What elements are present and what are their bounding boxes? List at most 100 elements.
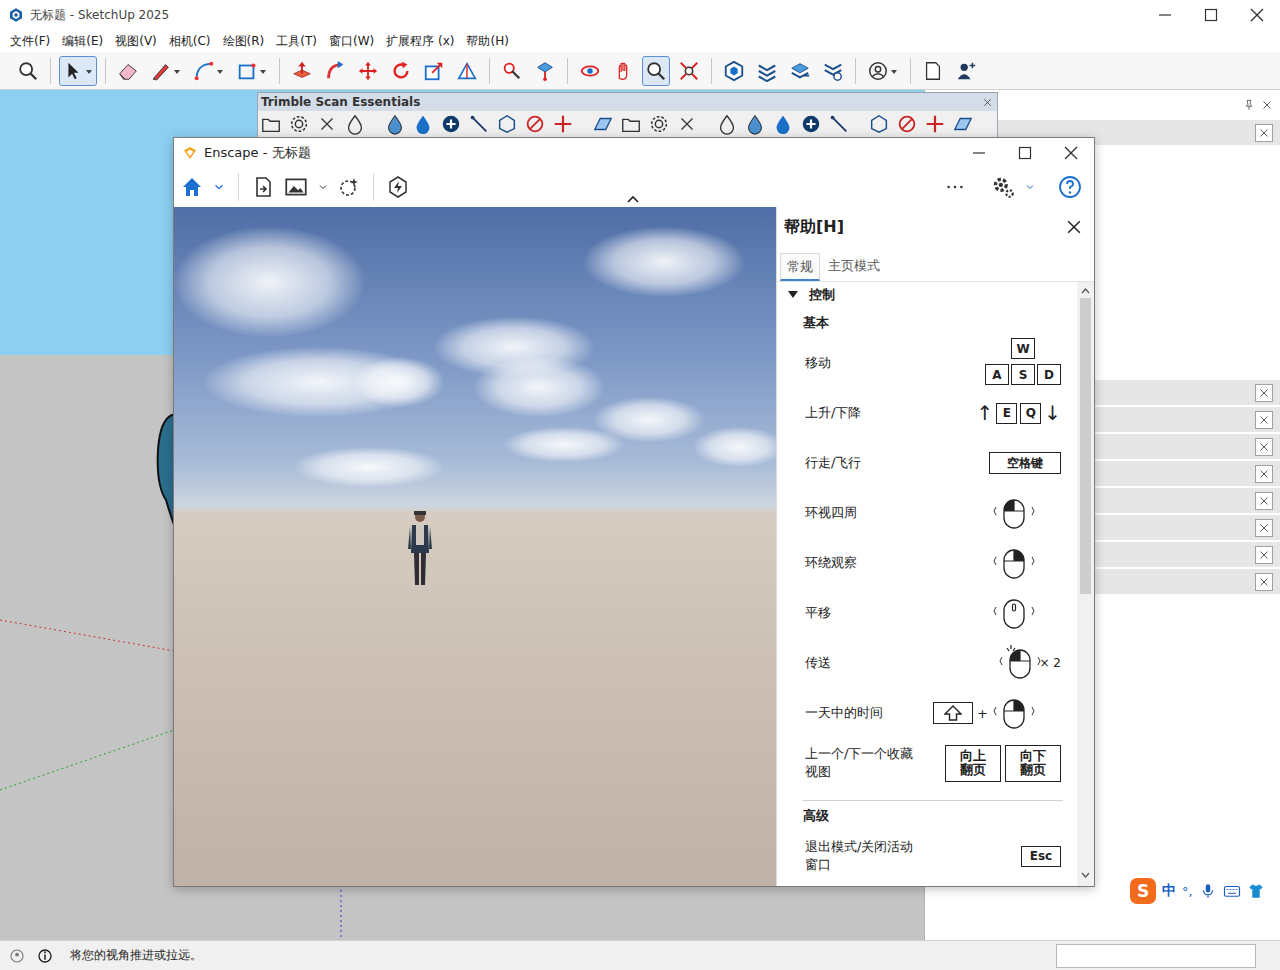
scan-tool-icon[interactable]: [288, 113, 310, 135]
tool-button[interactable]: [387, 56, 415, 86]
maximize-button[interactable]: [1002, 138, 1048, 168]
maximize-icon[interactable]: [1013, 141, 1037, 165]
info-icon[interactable]: [36, 947, 54, 965]
scan-tool-icon[interactable]: [828, 113, 850, 135]
scan-tool-icon[interactable]: [412, 113, 434, 135]
pan-icon[interactable]: [612, 60, 634, 82]
zoom-icon[interactable]: [645, 60, 667, 82]
close-icon[interactable]: [1064, 217, 1084, 237]
dropdown-icon[interactable]: [889, 66, 899, 76]
menu-item[interactable]: 编辑(E): [56, 33, 109, 50]
scan-tool-icon[interactable]: [800, 113, 822, 135]
menu-item[interactable]: 帮助(H): [460, 33, 514, 50]
user-icon[interactable]: [867, 60, 889, 82]
tool-button[interactable]: [786, 56, 814, 86]
tool-button[interactable]: [531, 56, 559, 86]
menu-item[interactable]: 窗口(W): [323, 33, 380, 50]
scan-tool-icon[interactable]: [552, 113, 574, 135]
panel-close-button[interactable]: [1255, 546, 1273, 564]
scan-tool-icon[interactable]: [592, 113, 614, 135]
panel-close-button[interactable]: [1255, 384, 1273, 402]
close-button[interactable]: [1048, 138, 1094, 168]
microphone-icon[interactable]: [1199, 882, 1217, 900]
maximize-button[interactable]: [1188, 0, 1234, 30]
minimize-icon[interactable]: [1153, 3, 1177, 27]
panel-close-button[interactable]: [1255, 519, 1273, 537]
close-icon[interactable]: [1257, 548, 1271, 562]
tool-button[interactable]: [59, 56, 97, 86]
dropdown-icon[interactable]: [317, 181, 329, 193]
close-icon[interactable]: [1257, 494, 1271, 508]
pin-icon[interactable]: [1242, 98, 1256, 112]
tray-close-icon[interactable]: [1260, 98, 1274, 112]
dropdown-icon[interactable]: [172, 66, 182, 76]
location-icon[interactable]: [8, 947, 26, 965]
minimize-icon[interactable]: [967, 141, 991, 165]
tool-button[interactable]: [354, 56, 382, 86]
tool-button[interactable]: [453, 56, 481, 86]
tool-button[interactable]: [147, 56, 185, 86]
ext-icon[interactable]: [756, 60, 778, 82]
pencil-icon[interactable]: [150, 60, 172, 82]
ime-logo[interactable]: S: [1130, 878, 1156, 904]
tool-button[interactable]: [675, 56, 703, 86]
wh-icon[interactable]: [723, 60, 745, 82]
close-icon[interactable]: [1257, 413, 1271, 427]
scan-tool-icon[interactable]: [676, 113, 698, 135]
close-icon[interactable]: [1257, 386, 1271, 400]
scan-tool-icon[interactable]: [952, 113, 974, 135]
panel-close-button[interactable]: [1255, 465, 1273, 483]
tool-button[interactable]: [819, 56, 847, 86]
panel-close-button[interactable]: [1255, 492, 1273, 510]
dropdown-icon[interactable]: [1024, 181, 1036, 193]
tool-button[interactable]: [864, 56, 902, 86]
scan-tool-icon[interactable]: [896, 113, 918, 135]
person-icon[interactable]: [955, 60, 977, 82]
tape-icon[interactable]: [456, 60, 478, 82]
tool-button[interactable]: [919, 56, 947, 86]
paint2-icon[interactable]: [534, 60, 556, 82]
tool-button[interactable]: [609, 56, 637, 86]
scan-tool-icon[interactable]: [384, 113, 406, 135]
minimize-button[interactable]: [956, 138, 1002, 168]
scroll-up[interactable]: [1081, 284, 1090, 298]
close-icon[interactable]: [1257, 575, 1271, 589]
menu-item[interactable]: 绘图(R): [217, 33, 271, 50]
close-icon[interactable]: [1257, 126, 1271, 140]
tool-button[interactable]: [233, 56, 271, 86]
dropdown-icon[interactable]: [84, 66, 94, 76]
push-icon[interactable]: [291, 60, 313, 82]
eraser-icon[interactable]: [117, 60, 139, 82]
zoomx-icon[interactable]: [678, 60, 700, 82]
scan-tool-icon[interactable]: [316, 113, 338, 135]
tool-button[interactable]: [190, 56, 228, 86]
dropdown-icon[interactable]: [212, 180, 226, 194]
scan-tool-icon[interactable]: [524, 113, 546, 135]
paint-icon[interactable]: [501, 60, 523, 82]
collapse-toolbar[interactable]: [626, 193, 640, 207]
arc-icon[interactable]: [193, 60, 215, 82]
scan-tool-icon[interactable]: [468, 113, 490, 135]
menu-item[interactable]: 视图(V): [109, 33, 163, 50]
zoom-icon[interactable]: [17, 60, 39, 82]
render-view[interactable]: [174, 207, 776, 886]
more-icon[interactable]: [944, 176, 966, 198]
layers-icon[interactable]: [789, 60, 811, 82]
panel-close-button[interactable]: [1255, 573, 1273, 591]
move-icon[interactable]: [357, 60, 379, 82]
orbit-icon[interactable]: [579, 60, 601, 82]
scan-tool-icon[interactable]: [744, 113, 766, 135]
help-tab[interactable]: 主页模式: [822, 253, 886, 281]
panel-close-button[interactable]: [1255, 411, 1273, 429]
ext2-icon[interactable]: [822, 60, 844, 82]
minimize-button[interactable]: [1142, 0, 1188, 30]
tool-button[interactable]: [498, 56, 526, 86]
scan-tool-icon[interactable]: [772, 113, 794, 135]
close-icon[interactable]: [1059, 141, 1083, 165]
scan-tool-icon[interactable]: [716, 113, 738, 135]
follow-icon[interactable]: [324, 60, 346, 82]
rect-icon[interactable]: [236, 60, 258, 82]
scan-tool-icon[interactable]: [260, 113, 282, 135]
menu-item[interactable]: 相机(C): [163, 33, 217, 50]
scan-tool-icon[interactable]: [620, 113, 642, 135]
